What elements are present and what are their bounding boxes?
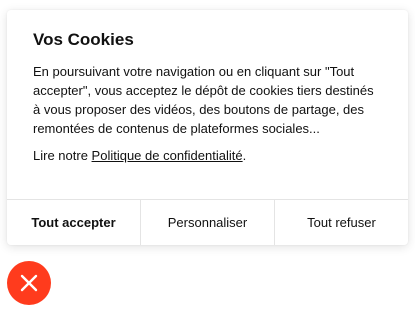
policy-suffix: .: [242, 148, 247, 163]
close-icon: [20, 274, 38, 292]
close-button[interactable]: [7, 261, 51, 305]
policy-prefix: Lire notre: [33, 148, 92, 163]
customize-button[interactable]: Personnaliser: [140, 200, 274, 245]
cookie-description: En poursuivant votre navigation ou en cl…: [33, 64, 374, 136]
policy-line: Lire notre Politique de confidentialité.: [33, 146, 382, 165]
cookie-actions: Tout accepter Personnaliser Tout refuser: [7, 199, 408, 245]
accept-all-button[interactable]: Tout accepter: [7, 200, 140, 245]
privacy-policy-link[interactable]: Politique de confidentialité: [92, 148, 243, 163]
cookie-consent-dialog: Vos Cookies En poursuivant votre navigat…: [7, 10, 408, 245]
dialog-title: Vos Cookies: [33, 30, 134, 49]
refuse-all-button[interactable]: Tout refuser: [274, 200, 408, 245]
cookie-content: Vos Cookies En poursuivant votre navigat…: [7, 10, 408, 165]
